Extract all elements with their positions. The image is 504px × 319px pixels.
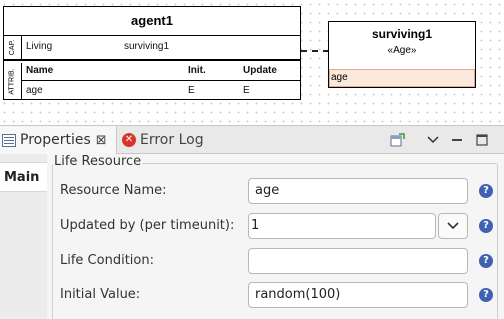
tab-properties-label: Properties bbox=[20, 132, 91, 148]
properties-side-tabs: Main bbox=[0, 154, 47, 319]
diagram-canvas[interactable]: agent1 CAP. Living surviving1 ATTRIB. Na… bbox=[0, 0, 504, 125]
capabilities-section: CAP. Living surviving1 bbox=[4, 36, 300, 61]
resource-name-input[interactable]: age bbox=[248, 178, 468, 204]
tab-properties[interactable]: Properties ⊠ bbox=[0, 126, 117, 154]
resource-attribute-row[interactable]: age bbox=[329, 69, 475, 87]
view-menu-icon[interactable] bbox=[425, 132, 441, 148]
close-icon[interactable]: ⊠ bbox=[96, 133, 107, 148]
resource-stereotype: «Age» bbox=[387, 45, 417, 56]
attr-row-init: E bbox=[188, 85, 195, 96]
diagram-connector[interactable] bbox=[301, 50, 329, 52]
attr-header-divider bbox=[22, 80, 300, 81]
updated-by-label: Updated by (per timeunit): bbox=[60, 218, 235, 233]
resource-title: surviving1 bbox=[371, 27, 433, 41]
life-condition-label: Life Condition: bbox=[60, 253, 154, 268]
capability-name: Living bbox=[26, 41, 53, 52]
updated-by-dropdown-button[interactable] bbox=[438, 213, 468, 239]
pin-view-icon[interactable] bbox=[389, 132, 405, 148]
help-icon[interactable]: ? bbox=[479, 219, 493, 233]
resource-node[interactable]: surviving1 «Age» age bbox=[328, 21, 476, 88]
resource-name-label: Resource Name: bbox=[60, 183, 167, 198]
initial-value-input[interactable]: random(100) bbox=[248, 282, 468, 308]
attr-header-name: Name bbox=[26, 65, 54, 76]
updated-by-combo-input[interactable]: 1 bbox=[248, 213, 436, 239]
agent-title: agent1 bbox=[4, 7, 300, 36]
attributes-side-label: ATTRIB. bbox=[4, 63, 22, 99]
view-tab-bar: Properties ⊠ ✕ Error Log bbox=[0, 125, 504, 154]
agent-node[interactable]: agent1 CAP. Living surviving1 ATTRIB. Na… bbox=[3, 6, 301, 100]
help-icon[interactable]: ? bbox=[479, 184, 493, 198]
error-log-icon: ✕ bbox=[122, 133, 136, 147]
attr-header-update: Update bbox=[243, 65, 277, 76]
help-icon[interactable]: ? bbox=[479, 288, 493, 302]
attr-row-name: age bbox=[26, 85, 43, 96]
tab-error-log[interactable]: ✕ Error Log bbox=[118, 126, 204, 154]
life-condition-input[interactable] bbox=[248, 248, 468, 274]
help-icon[interactable]: ? bbox=[479, 254, 493, 268]
side-tab-main[interactable]: Main bbox=[0, 162, 47, 192]
group-title: Life Resource bbox=[53, 154, 143, 169]
attr-header-init: Init. bbox=[188, 65, 206, 76]
capability-value: surviving1 bbox=[124, 41, 170, 52]
maximize-icon[interactable] bbox=[474, 132, 490, 148]
minimize-icon[interactable] bbox=[449, 132, 465, 148]
properties-content: Life Resource Resource Name: age ? Updat… bbox=[47, 154, 504, 319]
tab-error-log-label: Error Log bbox=[140, 132, 204, 148]
attr-row-update: E bbox=[243, 85, 250, 96]
initial-value-label: Initial Value: bbox=[60, 287, 141, 302]
chevron-down-icon bbox=[447, 222, 459, 230]
attributes-section: ATTRIB. Name Init. Update age E E bbox=[4, 63, 300, 99]
properties-icon bbox=[2, 133, 16, 147]
capabilities-side-label: CAP. bbox=[4, 36, 22, 59]
